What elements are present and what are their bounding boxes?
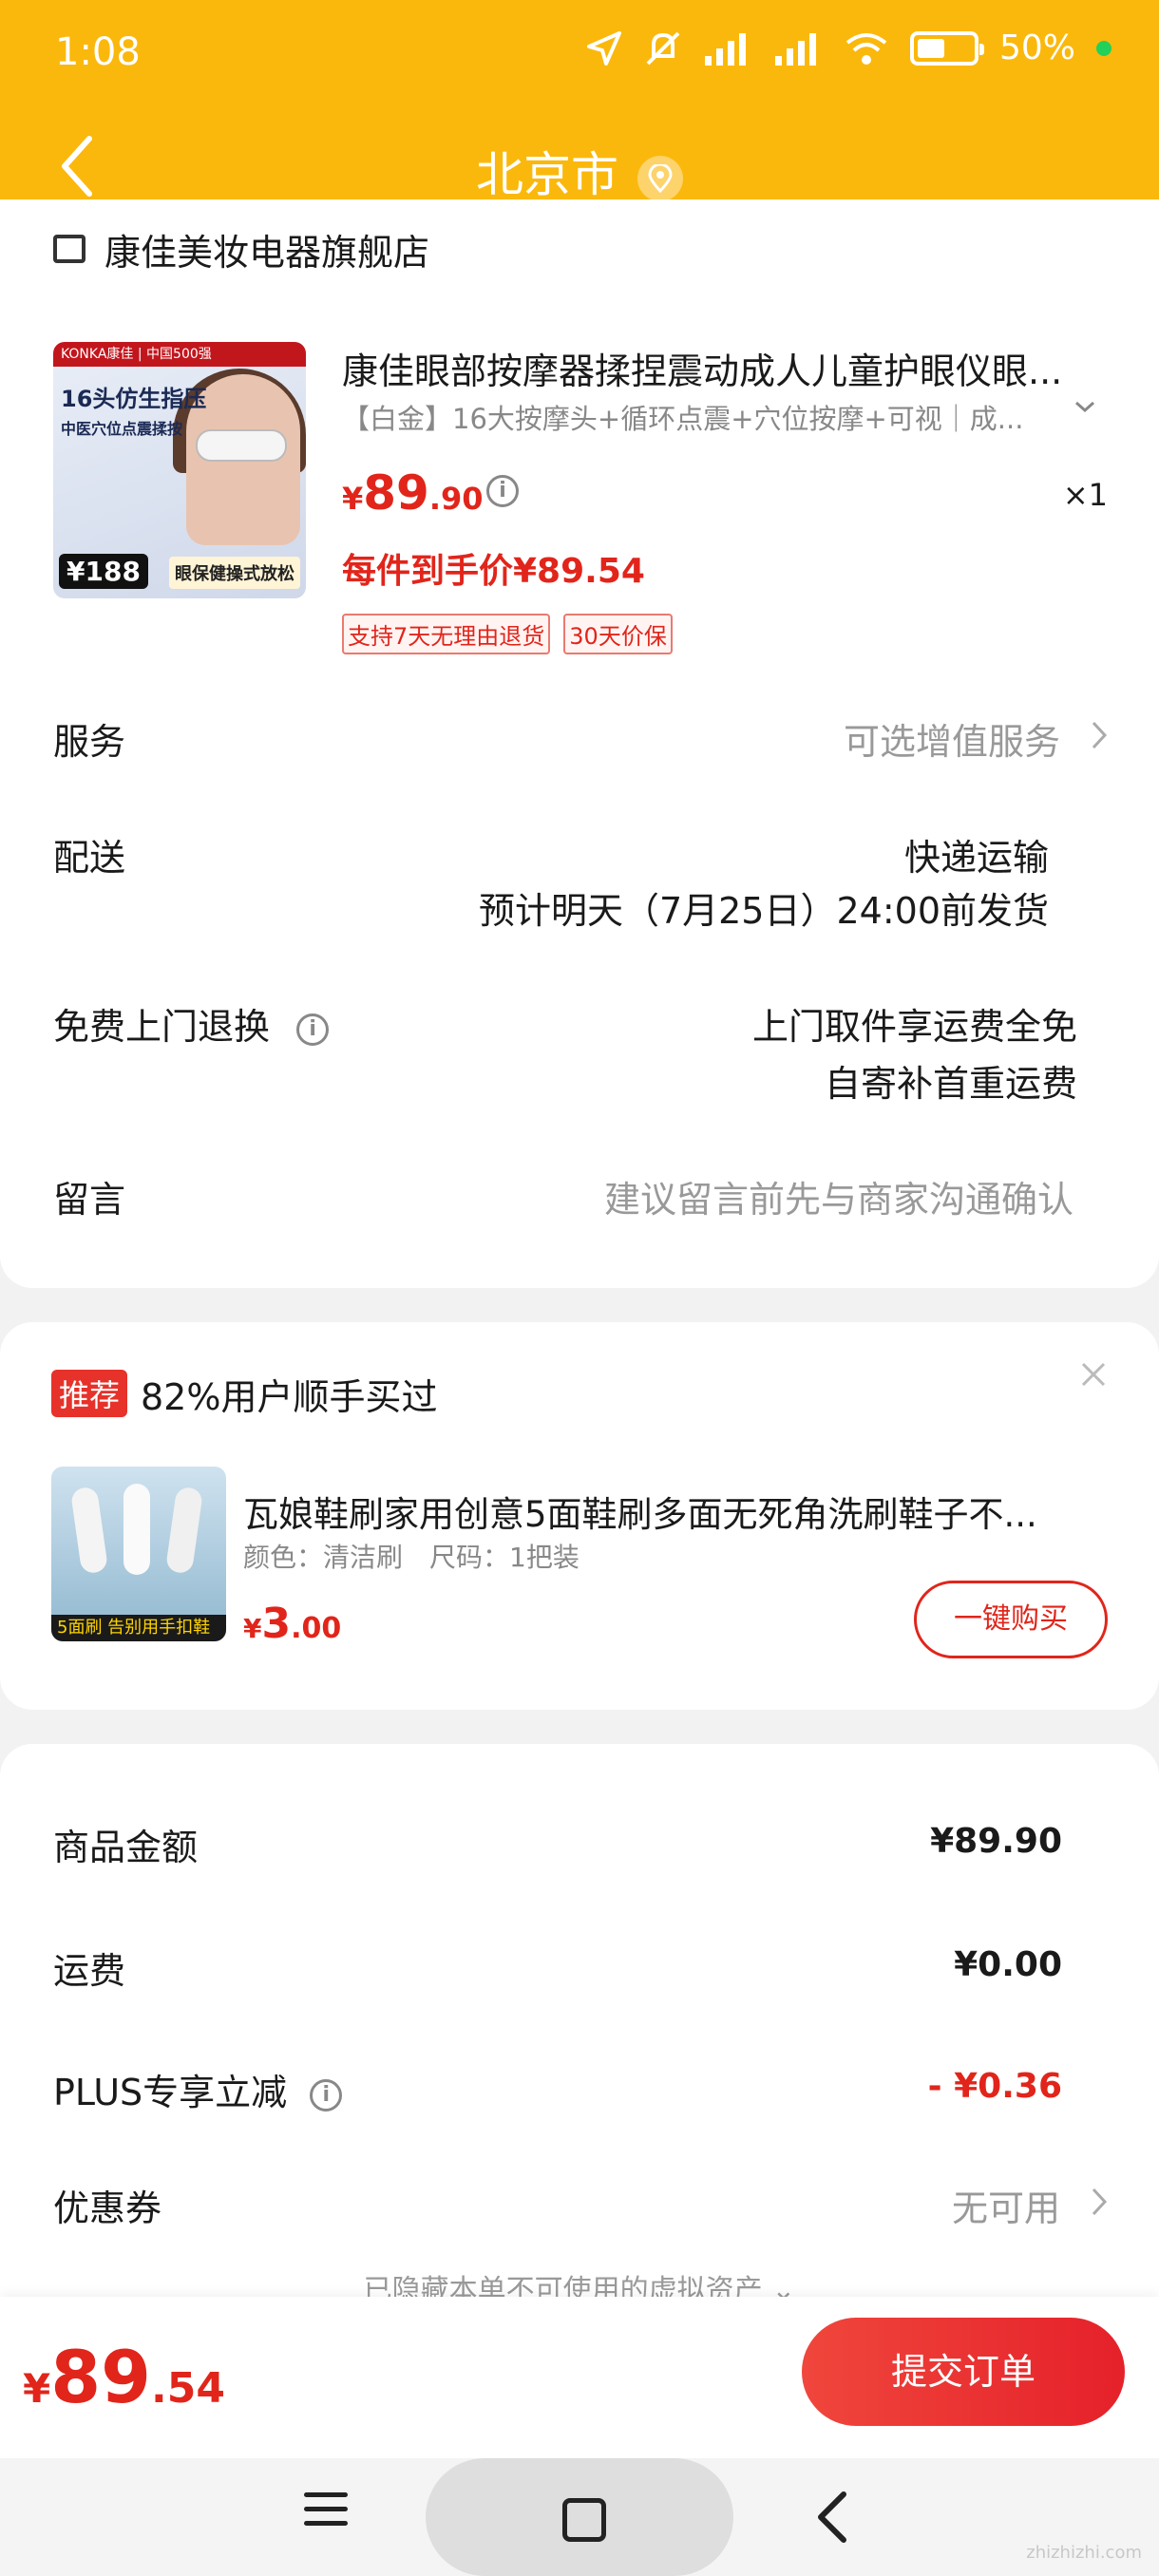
recommend-price-decimal: .00 [291, 1612, 342, 1645]
location-arrow-icon [586, 30, 621, 66]
close-icon[interactable] [1079, 1360, 1108, 1389]
total-decimal: .54 [151, 2364, 225, 2413]
product-title[interactable]: 康佳眼部按摩器揉捏震动成人儿童护眼仪眼... [342, 342, 1102, 394]
thumb-brand: KONKA康佳 | 中国500强 [53, 342, 306, 367]
tag-7day-return: 支持7天无理由退货 [342, 614, 551, 654]
active-dot-icon [1096, 40, 1112, 56]
brush-1 [69, 1486, 109, 1575]
recommend-spec-color: 颜色：清洁刷 [243, 1542, 404, 1573]
one-click-buy-button[interactable]: 一键购买 [914, 1581, 1108, 1658]
product-tags: 支持7天无理由退货 30天价保 [342, 614, 673, 654]
service-value[interactable]: 可选增值服务 [844, 712, 1060, 765]
mute-icon [646, 31, 680, 65]
store-name: 康佳美妆电器旗舰店 [104, 231, 430, 274]
delivery-label: 配送 [53, 837, 126, 879]
message-input[interactable]: 建议留言前先与商家沟通确认 [604, 1170, 1074, 1222]
quantity[interactable]: ×1 [1063, 477, 1108, 513]
plus-discount-value: - ¥0.36 [927, 2067, 1062, 2106]
product-image[interactable]: KONKA康佳 | 中国500强 16头仿生指压中医穴位点震揉按 ¥188 眼保… [53, 342, 306, 598]
recommend-price: ¥3.00 [243, 1600, 341, 1648]
coupon-chevron-icon[interactable] [1091, 2187, 1108, 2217]
location-pin-icon [637, 155, 683, 201]
menu-icon[interactable] [304, 2492, 348, 2536]
plus-discount-label-row: PLUS专享立减 i [53, 2063, 343, 2115]
recommend-card: 推荐 82%用户顺手买过 5面刷 告别用手扣鞋 瓦娘鞋刷家用创意5面鞋刷多面无死… [0, 1322, 1159, 1710]
shipping-label: 运费 [53, 1950, 126, 1992]
price-decimal: .90 [428, 481, 484, 517]
thumb-eye-mask [196, 429, 287, 462]
recommend-title[interactable]: 瓦娘鞋刷家用创意5面鞋刷多面无死角洗刷鞋子不... [243, 1486, 1079, 1537]
home-icon[interactable] [426, 2458, 733, 2576]
product-price: ¥89.90 [342, 465, 484, 521]
coupon-label: 优惠券 [53, 2188, 162, 2229]
free-return-line2: 自寄补首重运费 [824, 1063, 1077, 1105]
total-symbol: ¥ [23, 2365, 51, 2412]
spec-chevron-down-icon[interactable] [1074, 399, 1096, 414]
shipping-value: ¥0.00 [954, 1945, 1062, 1984]
thumb-price: ¥188 [59, 554, 148, 589]
recommend-price-integer: 3 [261, 1600, 292, 1648]
signal-2-icon [774, 32, 816, 66]
thumb-sub-text: 中医穴位点震揉按 [61, 420, 183, 438]
battery-fill [917, 38, 944, 58]
recommend-text: 82%用户顺手买过 [141, 1376, 438, 1418]
status-time: 1:08 [55, 30, 141, 74]
price-info-icon[interactable]: i [486, 475, 519, 507]
plus-info-icon[interactable]: i [310, 2078, 343, 2112]
summary-card: 商品金额 ¥89.90 运费 ¥0.00 PLUS专享立减 i - ¥0.36 … [0, 1744, 1159, 2390]
goods-amount-value: ¥89.90 [930, 1822, 1062, 1861]
goods-amount-label: 商品金额 [53, 1827, 199, 1868]
service-chevron-icon[interactable] [1091, 720, 1108, 750]
total-price: ¥89.54 [23, 2335, 225, 2419]
recommend-image[interactable]: 5面刷 告别用手扣鞋 [51, 1467, 226, 1641]
battery-icon [909, 30, 984, 66]
status-icons: 50% [585, 28, 1112, 67]
recommend-price-symbol: ¥ [243, 1613, 262, 1644]
brush-3 [164, 1486, 204, 1575]
header-title-area[interactable]: 北京市 [0, 137, 1159, 205]
checkout-bar: ¥89.54 提交订单 [0, 2297, 1159, 2458]
brush-2 [124, 1484, 150, 1575]
store-row[interactable]: 康佳美妆电器旗舰店 [53, 220, 429, 277]
price-integer: 89 [363, 465, 429, 521]
free-return-line1: 上门取件享运费全免 [751, 1006, 1077, 1048]
recommend-spec: 颜色：清洁刷 尺码：1把装 [243, 1537, 580, 1575]
store-icon [53, 235, 86, 263]
tag-price-protect: 30天价保 [563, 614, 673, 654]
location-title: 北京市 [476, 147, 618, 202]
free-return-label: 免费上门退换 [53, 1006, 271, 1048]
watermark: zhizhizhi.com [1026, 2543, 1142, 2563]
free-return-info-icon[interactable]: i [296, 1013, 330, 1046]
thumb-slogan: 眼保健操式放松 [169, 557, 300, 589]
wifi-icon [846, 32, 887, 65]
service-label: 服务 [53, 721, 126, 763]
plus-discount-label: PLUS专享立减 [53, 2072, 288, 2113]
per-item-final-price: 每件到手价¥89.54 [342, 552, 645, 591]
free-return-label-row: 免费上门退换 i [53, 997, 330, 1050]
thumb-headline: 16头仿生指压中医穴位点震揉按 [61, 380, 206, 440]
recommend-spec-size: 尺码：1把装 [429, 1542, 580, 1573]
submit-order-button[interactable]: 提交订单 [802, 2318, 1125, 2426]
price-symbol: ¥ [342, 481, 364, 517]
delivery-estimate: 预计明天（7月25日）24:00前发货 [478, 890, 1049, 932]
delivery-method[interactable]: 快递运输 [904, 828, 1049, 881]
order-item-card: 康佳美妆电器旗舰店 KONKA康佳 | 中国500强 16头仿生指压中医穴位点震… [0, 199, 1159, 1288]
battery-percent: 50% [998, 28, 1075, 67]
total-integer: 89 [50, 2335, 151, 2419]
coupon-value[interactable]: 无可用 [952, 2179, 1060, 2231]
signal-1-icon [704, 32, 746, 66]
thumb-headline-text: 16头仿生指压 [61, 386, 207, 412]
product-spec[interactable]: 【白金】16大按摩头+循环点震+穴位按摩+可视｜成... [342, 397, 1026, 437]
nav-back-icon[interactable] [813, 2489, 851, 2546]
system-nav-bar: zhizhizhi.com [0, 2458, 1159, 2576]
recommend-image-caption: 5面刷 告别用手扣鞋 [51, 1615, 226, 1641]
message-label: 留言 [53, 1179, 126, 1221]
recommend-badge: 推荐 [51, 1370, 128, 1417]
